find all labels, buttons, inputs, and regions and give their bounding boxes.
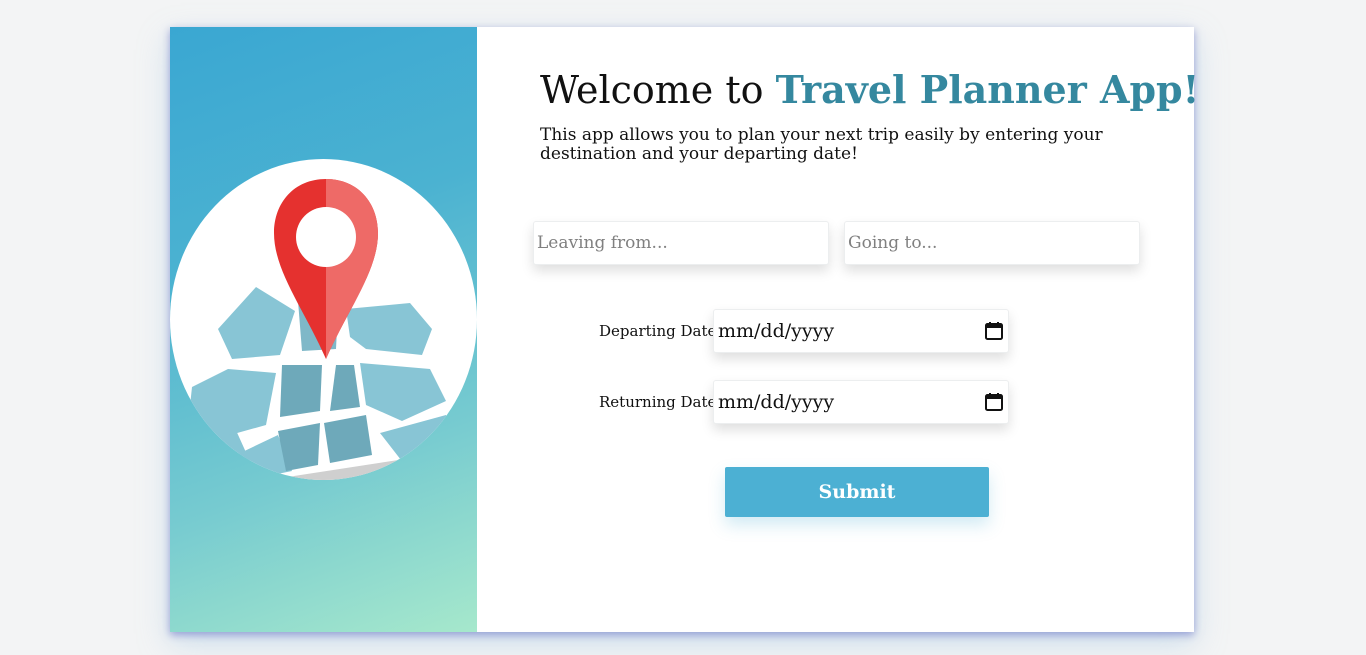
map-location-pin-icon [170,179,470,480]
hero-panel [170,27,477,632]
departing-date-row: Departing Date mm/dd/yyyy [599,309,1009,353]
returning-date-row: Returning Date mm/dd/yyyy [599,380,1009,424]
departing-date-value: mm/dd/yyyy [718,320,835,342]
page-title: Welcome to Travel Planner App! [540,65,1199,115]
welcome-prefix: Welcome to [540,68,776,112]
departing-date-input[interactable]: mm/dd/yyyy [713,309,1009,353]
leaving-from-input[interactable] [533,221,829,265]
going-to-input[interactable] [844,221,1140,265]
map-pin-illustration [170,159,477,480]
returning-date-input[interactable]: mm/dd/yyyy [713,380,1009,424]
departing-date-label: Departing Date [599,322,717,340]
form-panel: Welcome to Travel Planner App! This app … [477,27,1199,632]
returning-date-label: Returning Date [599,393,717,411]
submit-button[interactable]: Submit [725,467,989,517]
returning-date-value: mm/dd/yyyy [718,391,835,413]
calendar-icon[interactable] [984,321,1004,341]
planner-card: Welcome to Travel Planner App! This app … [170,27,1199,632]
intro-text: This app allows you to plan your next tr… [540,125,1103,164]
calendar-icon[interactable] [984,392,1004,412]
brand-name: Travel Planner App! [775,67,1200,112]
